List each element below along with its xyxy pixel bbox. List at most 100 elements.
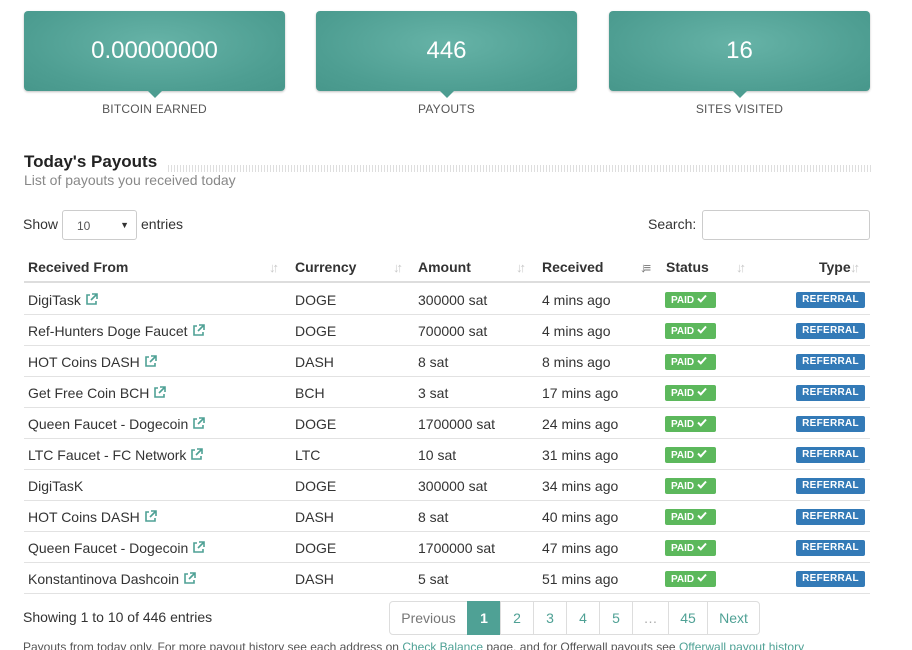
status-badge: PAID — [665, 447, 716, 463]
pagination-page-4[interactable]: 4 — [566, 601, 600, 635]
title-divider — [168, 165, 871, 172]
sort-icon[interactable]: ↓↑ — [850, 260, 860, 275]
amount-cell: 5 sat — [418, 571, 449, 587]
column-header-type[interactable]: Type — [819, 259, 851, 275]
sort-icon[interactable]: ↓↑ — [736, 260, 746, 275]
offerwall-history-link[interactable]: Offerwall payout history — [679, 640, 804, 650]
column-header-received-from[interactable]: Received From — [28, 259, 128, 275]
table-row: DigiTasK DOGE 300000 sat 34 mins ago PAID RE… — [24, 470, 870, 501]
site-name[interactable]: HOT Coins DASH — [28, 509, 140, 525]
external-link-icon[interactable] — [192, 417, 206, 433]
sort-icon[interactable]: ↓↑ — [269, 260, 279, 275]
received-cell: 51 mins ago — [542, 571, 619, 587]
pagination-page-2[interactable]: 2 — [500, 601, 534, 635]
section-title: Today's Payouts — [24, 152, 158, 171]
status-badge: PAID — [665, 540, 716, 556]
table-row: Ref-Hunters Doge Faucet DOGE 700000 sat 4 m… — [24, 315, 870, 346]
entries-select[interactable]: 10 ▼ — [62, 210, 137, 240]
site-name[interactable]: DigiTask — [28, 292, 81, 308]
received-cell: 31 mins ago — [542, 447, 619, 463]
site-name[interactable]: Konstantinova Dashcoin — [28, 571, 179, 587]
currency-cell: DASH — [295, 354, 334, 370]
type-badge: REFERRAL — [796, 323, 865, 339]
currency-cell: DOGE — [295, 323, 337, 339]
pagination: Previous 1 2 3 4 5 … 45 Next — [389, 601, 760, 635]
column-header-amount[interactable]: Amount — [418, 259, 471, 275]
type-badge: REFERRAL — [796, 354, 865, 370]
status-badge-label: PAID — [671, 574, 695, 585]
search-input[interactable] — [702, 210, 870, 240]
footer-note-text-1: Payouts from today only. For more payout… — [23, 640, 403, 650]
site-name[interactable]: HOT Coins DASH — [28, 354, 140, 370]
status-badge: PAID — [665, 323, 716, 339]
footer-note-text-2: page, and for Offerwall payouts see — [483, 640, 679, 650]
currency-cell: BCH — [295, 385, 325, 401]
sites-visited-label: SITES VISITED — [695, 102, 784, 116]
table-row: Konstantinova Dashcoin DASH 5 sat 51 mins a… — [24, 563, 870, 594]
payouts-card: 446 — [316, 11, 577, 98]
site-name[interactable]: LTC Faucet - FC Network — [28, 447, 186, 463]
pagination-page-3[interactable]: 3 — [533, 601, 567, 635]
site-name[interactable]: Queen Faucet - Dogecoin — [28, 540, 188, 556]
bitcoin-earned-label: BITCOIN EARNED — [102, 102, 207, 116]
sites-visited-card: 16 — [609, 11, 870, 98]
currency-cell: LTC — [295, 447, 321, 463]
sort-desc-icon[interactable]: ↓≡ — [640, 260, 651, 275]
external-link-icon[interactable] — [192, 324, 205, 340]
check-icon — [697, 542, 707, 554]
external-link-icon[interactable] — [192, 541, 206, 557]
pagination-previous[interactable]: Previous — [389, 601, 468, 635]
currency-cell: DOGE — [295, 416, 337, 432]
column-header-currency[interactable]: Currency — [295, 259, 356, 275]
received-from-cell: DigiTasK — [28, 478, 83, 494]
external-link-icon[interactable] — [183, 572, 196, 588]
site-name[interactable]: DigiTasK — [28, 478, 83, 494]
table-row: Queen Faucet - Dogecoin DOGE 1700000 sat 24… — [24, 408, 870, 439]
show-label: Show — [23, 216, 59, 232]
table-info: Showing 1 to 10 of 446 entries — [23, 609, 213, 625]
check-icon — [697, 449, 707, 461]
table-row: LTC Faucet - FC Network LTC 10 sat 31 mins … — [24, 439, 870, 470]
site-name[interactable]: Ref-Hunters Doge Faucet — [28, 323, 188, 339]
external-link-icon[interactable] — [153, 386, 167, 402]
status-badge-label: PAID — [671, 357, 695, 368]
pagination-page-45[interactable]: 45 — [668, 601, 708, 635]
check-balance-link[interactable]: Check Balance — [402, 640, 483, 650]
amount-cell: 300000 sat — [418, 292, 488, 308]
amount-cell: 3 sat — [418, 385, 449, 401]
pagination-page-1[interactable]: 1 — [467, 601, 501, 635]
footer-note: Payouts from today only. For more payout… — [23, 640, 804, 650]
pagination-page-5[interactable]: 5 — [599, 601, 633, 635]
external-link-icon[interactable] — [85, 293, 98, 309]
external-link-icon[interactable] — [144, 355, 157, 371]
received-from-cell: HOT Coins DASH — [28, 354, 157, 371]
currency-cell: DOGE — [295, 540, 337, 556]
site-name[interactable]: Get Free Coin BCH — [28, 385, 149, 401]
column-header-status[interactable]: Status — [666, 259, 709, 275]
sort-icon[interactable]: ↓↑ — [516, 260, 526, 275]
status-badge-label: PAID — [671, 388, 695, 399]
type-badge: REFERRAL — [796, 478, 865, 494]
column-header-received[interactable]: Received — [542, 259, 603, 275]
received-cell: 34 mins ago — [542, 478, 619, 494]
bitcoin-earned-card: 0.00000000 — [24, 11, 285, 98]
status-badge: PAID — [665, 478, 716, 494]
sort-icon[interactable]: ↓↑ — [393, 260, 403, 275]
bitcoin-earned-value: 0.00000000 — [91, 37, 218, 64]
status-badge-label: PAID — [671, 419, 695, 430]
entries-label: entries — [141, 216, 184, 232]
external-link-icon[interactable] — [144, 510, 157, 526]
pagination-ellipsis: … — [632, 601, 669, 635]
pagination-next[interactable]: Next — [707, 601, 760, 635]
received-from-cell: HOT Coins DASH — [28, 509, 157, 526]
status-badge-label: PAID — [671, 326, 695, 337]
amount-cell: 10 sat — [418, 447, 457, 463]
amount-cell: 300000 sat — [418, 478, 488, 494]
external-link-icon[interactable] — [190, 448, 204, 464]
site-name[interactable]: Queen Faucet - Dogecoin — [28, 416, 188, 432]
check-icon — [697, 511, 707, 523]
check-icon — [697, 294, 707, 306]
type-badge: REFERRAL — [796, 292, 865, 308]
currency-cell: DOGE — [295, 478, 337, 494]
received-from-cell: Queen Faucet - Dogecoin — [28, 416, 206, 433]
